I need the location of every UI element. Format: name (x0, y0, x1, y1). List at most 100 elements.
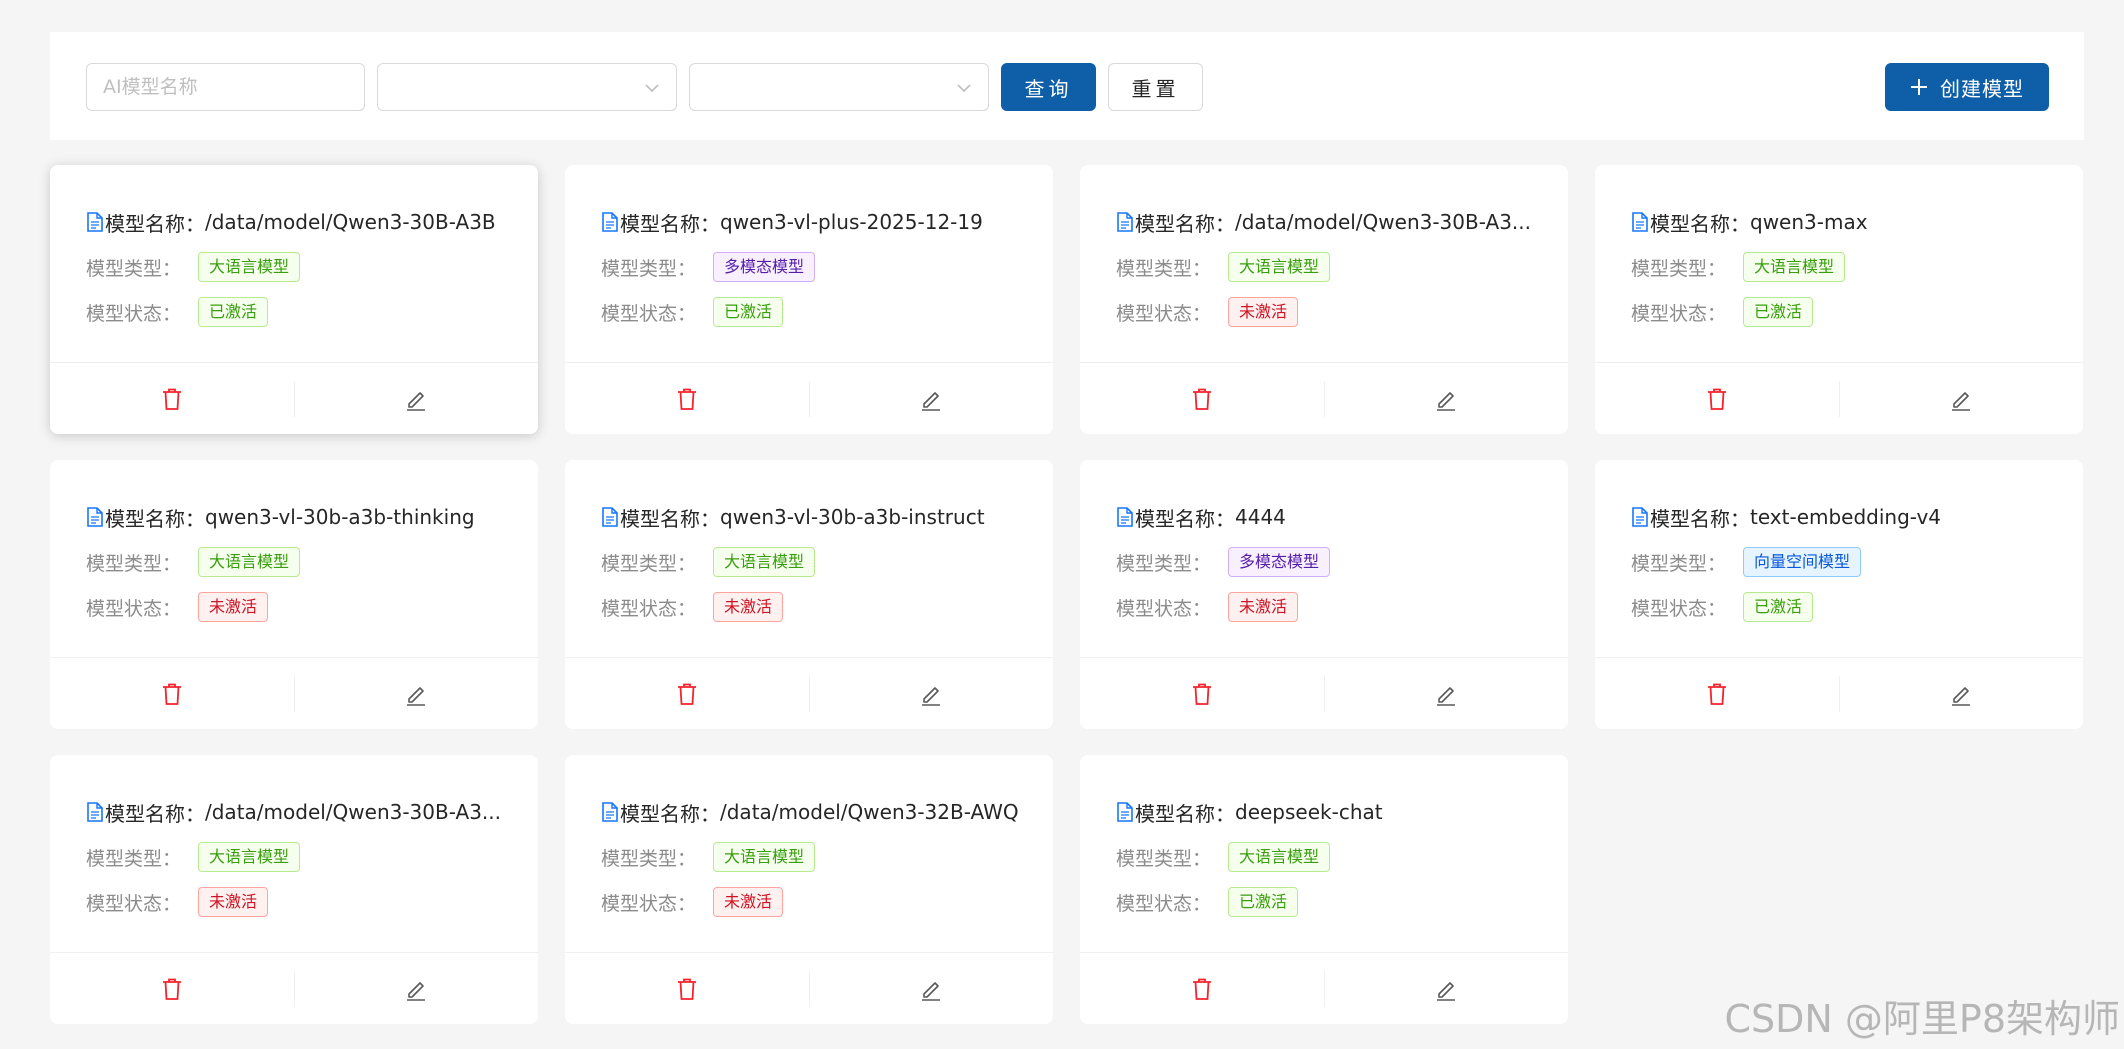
model-status-row: 模型状态： 未激活 (601, 887, 1033, 917)
model-name-value: deepseek-chat (1235, 800, 1383, 824)
model-type-tag: 大语言模型 (198, 252, 301, 282)
model-name-row: 模型名称： /data/model/Qwen3-30B-A3... (86, 797, 518, 827)
model-name-value: 4444 (1235, 505, 1286, 529)
edit-button[interactable] (809, 953, 1053, 1024)
model-card[interactable]: 模型名称： qwen3-vl-30b-a3b-instruct 模型类型： 大语… (565, 460, 1053, 729)
edit-button[interactable] (1324, 658, 1568, 729)
model-status-label: 模型状态： (86, 597, 182, 620)
model-name-label: 模型名称： (620, 211, 720, 236)
model-card-body: 模型名称： /data/model/Qwen3-30B-A3... 模型类型： … (86, 797, 518, 917)
model-card[interactable]: 模型名称： /data/model/Qwen3-30B-A3... 模型类型： … (1080, 165, 1568, 434)
edit-button[interactable] (1839, 658, 2083, 729)
model-status-tag: 未激活 (1228, 592, 1299, 622)
model-name-search-input[interactable] (86, 63, 365, 111)
delete-button[interactable] (50, 953, 294, 1024)
model-status-tag: 已激活 (713, 297, 784, 327)
delete-button[interactable] (1595, 363, 1839, 434)
card-actions (50, 952, 538, 1024)
card-actions (1080, 952, 1568, 1024)
delete-button[interactable] (565, 953, 809, 1024)
model-name-row: 模型名称： qwen3-max (1631, 207, 2063, 237)
model-type-label: 模型类型： (1116, 257, 1212, 280)
model-name-value: /data/model/Qwen3-30B-A3... (1235, 210, 1531, 234)
edit-button[interactable] (294, 658, 538, 729)
model-name-value: qwen3-vl-30b-a3b-instruct (720, 505, 985, 529)
edit-button[interactable] (1324, 363, 1568, 434)
edit-button[interactable] (294, 953, 538, 1024)
model-status-row: 模型状态： 未激活 (86, 592, 518, 622)
model-status-label: 模型状态： (1631, 302, 1727, 325)
file-icon (602, 802, 618, 822)
delete-button[interactable] (50, 658, 294, 729)
model-card-body: 模型名称： qwen3-vl-plus-2025-12-19 模型类型： 多模态… (601, 207, 1033, 327)
reset-button[interactable]: 重置 (1108, 63, 1203, 111)
file-icon (87, 212, 103, 232)
model-name-label: 模型名称： (1650, 506, 1750, 531)
model-card[interactable]: 模型名称： qwen3-vl-plus-2025-12-19 模型类型： 多模态… (565, 165, 1053, 434)
model-name-value: qwen3-vl-plus-2025-12-19 (720, 210, 983, 234)
edit-pencil-icon (1952, 686, 1970, 706)
delete-button[interactable] (1595, 658, 1839, 729)
card-actions (1595, 657, 2083, 729)
model-card-body: 模型名称： /data/model/Qwen3-30B-A3B 模型类型： 大语… (86, 207, 518, 327)
model-card[interactable]: 模型名称： text-embedding-v4 模型类型： 向量空间模型 模型状… (1595, 460, 2083, 729)
model-type-label: 模型类型： (86, 847, 182, 870)
model-card-grid: 模型名称： /data/model/Qwen3-30B-A3B 模型类型： 大语… (50, 165, 2084, 1024)
model-type-tag: 向量空间模型 (1743, 547, 1862, 577)
delete-button[interactable] (1080, 953, 1324, 1024)
model-card[interactable]: 模型名称： qwen3-vl-30b-a3b-thinking 模型类型： 大语… (50, 460, 538, 729)
delete-button[interactable] (1080, 658, 1324, 729)
model-card[interactable]: 模型名称： /data/model/Qwen3-32B-AWQ 模型类型： 大语… (565, 755, 1053, 1024)
model-type-label: 模型类型： (601, 847, 697, 870)
edit-pencil-icon (922, 391, 940, 411)
model-card-body: 模型名称： qwen3-vl-30b-a3b-instruct 模型类型： 大语… (601, 502, 1033, 622)
edit-button[interactable] (809, 658, 1053, 729)
delete-button[interactable] (50, 363, 294, 434)
model-type-tag: 多模态模型 (1228, 547, 1331, 577)
file-icon (602, 507, 618, 527)
model-status-row: 模型状态： 已激活 (1116, 887, 1548, 917)
model-card[interactable]: 模型名称： 4444 模型类型： 多模态模型 模型状态： 未激活 (1080, 460, 1568, 729)
model-name-value: /data/model/Qwen3-30B-A3B (205, 210, 496, 234)
model-type-label: 模型类型： (86, 257, 182, 280)
model-status-select[interactable] (689, 63, 989, 111)
model-type-row: 模型类型： 大语言模型 (86, 252, 518, 282)
file-icon (1117, 802, 1133, 822)
edit-button[interactable] (1324, 953, 1568, 1024)
edit-pencil-icon (1952, 391, 1970, 411)
model-status-label: 模型状态： (86, 302, 182, 325)
edit-button[interactable] (809, 363, 1053, 434)
model-card-body: 模型名称： /data/model/Qwen3-30B-A3... 模型类型： … (1116, 207, 1548, 327)
edit-button[interactable] (294, 363, 538, 434)
model-status-tag: 未激活 (198, 887, 269, 917)
search-toolbar: 查询 重置 创建模型 (50, 32, 2084, 140)
model-card-body: 模型名称： /data/model/Qwen3-32B-AWQ 模型类型： 大语… (601, 797, 1033, 917)
model-name-row: 模型名称： qwen3-vl-30b-a3b-instruct (601, 502, 1033, 532)
model-name-label: 模型名称： (1135, 506, 1235, 531)
model-card-body: 模型名称： text-embedding-v4 模型类型： 向量空间模型 模型状… (1631, 502, 2063, 622)
model-status-row: 模型状态： 未激活 (86, 887, 518, 917)
delete-button[interactable] (1080, 363, 1324, 434)
edit-button[interactable] (1839, 363, 2083, 434)
model-type-row: 模型类型： 大语言模型 (1631, 252, 2063, 282)
delete-button[interactable] (565, 363, 809, 434)
model-type-select[interactable] (377, 63, 677, 111)
model-type-label: 模型类型： (1631, 257, 1727, 280)
model-card[interactable]: 模型名称： qwen3-max 模型类型： 大语言模型 模型状态： 已激活 (1595, 165, 2083, 434)
model-status-label: 模型状态： (601, 597, 697, 620)
trash-icon (1708, 683, 1726, 705)
query-button[interactable]: 查询 (1001, 63, 1096, 111)
model-type-label: 模型类型： (601, 552, 697, 575)
trash-icon (1708, 388, 1726, 410)
model-type-row: 模型类型： 大语言模型 (601, 842, 1033, 872)
create-model-button[interactable]: 创建模型 (1885, 63, 2049, 111)
card-actions (1080, 362, 1568, 434)
model-card[interactable]: 模型名称： deepseek-chat 模型类型： 大语言模型 模型状态： 已激… (1080, 755, 1568, 1024)
delete-button[interactable] (565, 658, 809, 729)
model-card[interactable]: 模型名称： /data/model/Qwen3-30B-A3B 模型类型： 大语… (50, 165, 538, 434)
model-status-label: 模型状态： (1116, 302, 1212, 325)
model-name-label: 模型名称： (1135, 801, 1235, 826)
trash-icon (678, 978, 696, 1000)
file-icon (1117, 507, 1133, 527)
model-card[interactable]: 模型名称： /data/model/Qwen3-30B-A3... 模型类型： … (50, 755, 538, 1024)
